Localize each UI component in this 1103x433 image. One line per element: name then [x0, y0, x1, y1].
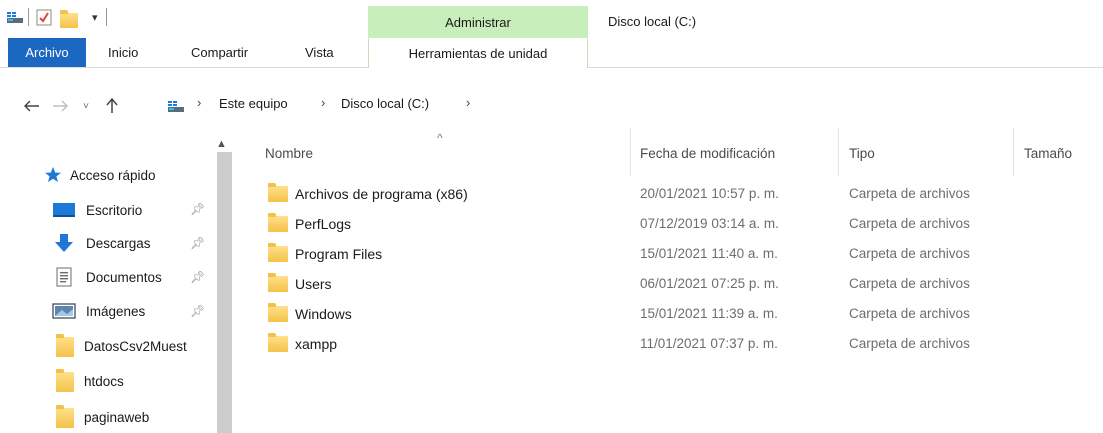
file-date: 15/01/2021 11:39 a. m.: [640, 306, 778, 321]
title-bar: ▾ Administrar Disco local (C:): [0, 0, 1103, 38]
file-name: Program Files: [295, 246, 383, 262]
tab-archivo[interactable]: Archivo: [8, 38, 86, 67]
this-pc-drive-icon[interactable]: [166, 95, 186, 117]
tab-inicio[interactable]: Inicio: [108, 38, 138, 67]
folder-icon: [56, 334, 74, 357]
file-name: Windows: [295, 306, 352, 322]
nav-pane-scrollbar[interactable]: [217, 152, 232, 433]
pin-icon[interactable]: 📌︎: [190, 270, 205, 284]
quick-access-separator-2: [106, 8, 107, 26]
nav-item-descargas[interactable]: Descargas: [52, 230, 151, 256]
column-divider[interactable]: [630, 128, 631, 176]
column-header-tamano[interactable]: Tamaño: [1024, 146, 1072, 161]
back-arrow-icon: [24, 100, 39, 112]
column-header-tipo[interactable]: Tipo: [849, 146, 875, 161]
file-name: xampp: [295, 336, 338, 352]
nav-item-documentos[interactable]: Documentos: [52, 264, 162, 290]
up-button[interactable]: [100, 95, 124, 117]
table-row[interactable]: Program Files 15/01/2021 11:40 a. m. Car…: [265, 239, 1103, 269]
folder-icon: [268, 303, 288, 322]
nav-item-label: Escritorio: [86, 202, 143, 218]
desktop-icon: [53, 203, 75, 217]
back-button[interactable]: [20, 95, 44, 117]
nav-item-label: htdocs: [84, 373, 124, 389]
table-row[interactable]: PerfLogs 07/12/2019 03:14 a. m. Carpeta …: [265, 209, 1103, 239]
quick-access-separator: [28, 8, 29, 26]
pin-icon[interactable]: 📌︎: [190, 236, 205, 250]
table-row[interactable]: xampp 11/01/2021 07:37 p. m. Carpeta de …: [265, 329, 1103, 359]
folder-icon: [268, 213, 288, 232]
file-type: Carpeta de archivos: [849, 186, 970, 201]
new-folder-icon[interactable]: [60, 6, 78, 28]
folder-icon: [56, 369, 74, 392]
recent-locations-chevron-icon[interactable]: ˅: [78, 95, 94, 117]
navigation-bar: ˅ › Este equipo › Disco local (C:) ›: [0, 89, 1103, 123]
nav-item-label: Acceso rápido: [70, 167, 156, 183]
folder-icon: [56, 405, 74, 428]
sort-ascending-icon: ^: [437, 131, 443, 145]
file-date: 11/01/2021 07:37 p. m.: [640, 336, 778, 351]
scroll-up-icon[interactable]: ▲: [216, 138, 227, 150]
column-divider[interactable]: [838, 128, 839, 176]
images-icon: [52, 303, 76, 319]
nav-item-datoscsv2muest[interactable]: DatosCsv2Muest: [52, 333, 217, 359]
file-date: 07/12/2019 03:14 a. m.: [640, 216, 779, 231]
file-date: 15/01/2021 11:40 a. m.: [640, 246, 778, 261]
nav-item-label: Descargas: [86, 235, 151, 251]
breadcrumb-este-equipo[interactable]: Este equipo: [219, 96, 288, 111]
tab-compartir[interactable]: Compartir: [191, 38, 248, 67]
file-name: PerfLogs: [295, 216, 352, 232]
breadcrumb-chevron-icon[interactable]: ›: [197, 95, 201, 110]
nav-item-imagenes[interactable]: Imágenes: [52, 298, 145, 324]
breadcrumb-chevron-icon-3[interactable]: ›: [466, 95, 470, 110]
customize-toolbar-icon[interactable]: ▾: [92, 6, 98, 28]
folder-icon: [268, 273, 288, 292]
forward-arrow-icon: [53, 100, 68, 112]
properties-check-icon[interactable]: [36, 6, 52, 28]
ribbon-tabs: Archivo Inicio Compartir Vista Herramien…: [0, 38, 1103, 68]
folder-icon: [268, 183, 288, 202]
folder-icon: [268, 243, 288, 262]
nav-item-label: paginaweb: [84, 409, 150, 425]
download-arrow-icon: [55, 234, 73, 252]
forward-button[interactable]: [48, 95, 72, 117]
file-type: Carpeta de archivos: [849, 336, 970, 351]
breadcrumb-disco-local[interactable]: Disco local (C:): [341, 96, 429, 111]
document-icon: [56, 267, 72, 287]
star-icon: [45, 167, 61, 182]
column-header-fecha[interactable]: Fecha de modificación: [640, 146, 775, 161]
breadcrumb-chevron-icon-2[interactable]: ›: [321, 95, 325, 110]
nav-item-paginaweb[interactable]: paginaweb: [52, 404, 149, 430]
pin-icon[interactable]: 📌︎: [190, 304, 205, 318]
table-row[interactable]: Users 06/01/2021 07:25 p. m. Carpeta de …: [265, 269, 1103, 299]
column-divider[interactable]: [1013, 128, 1014, 176]
tab-vista[interactable]: Vista: [305, 38, 334, 67]
file-type: Carpeta de archivos: [849, 216, 970, 231]
up-arrow-icon: [106, 98, 118, 113]
tab-herramientas-de-unidad[interactable]: Herramientas de unidad: [368, 38, 588, 68]
file-type: Carpeta de archivos: [849, 306, 970, 321]
window-title: Disco local (C:): [608, 14, 697, 29]
folder-icon: [268, 333, 288, 352]
file-date: 20/01/2021 10:57 p. m.: [640, 186, 779, 201]
pin-icon[interactable]: 📌︎: [190, 202, 205, 216]
table-row[interactable]: Archivos de programa (x86) 20/01/2021 10…: [265, 179, 1103, 209]
context-tab-manage[interactable]: Administrar: [368, 6, 588, 38]
file-type: Carpeta de archivos: [849, 246, 970, 261]
drive-icon[interactable]: [6, 6, 24, 28]
nav-item-label: DatosCsv2Muest: [84, 338, 187, 354]
nav-quick-access[interactable]: Acceso rápido: [44, 162, 156, 188]
column-header-nombre[interactable]: Nombre: [265, 146, 313, 161]
nav-item-escritorio[interactable]: Escritorio: [52, 197, 142, 223]
nav-item-label: Imágenes: [86, 303, 146, 319]
file-name: Users: [295, 276, 332, 292]
nav-item-label: Documentos: [86, 269, 162, 285]
file-type: Carpeta de archivos: [849, 276, 970, 291]
file-name: Archivos de programa (x86): [295, 186, 468, 202]
table-row[interactable]: Windows 15/01/2021 11:39 a. m. Carpeta d…: [265, 299, 1103, 329]
file-date: 06/01/2021 07:25 p. m.: [640, 276, 779, 291]
nav-item-htdocs[interactable]: htdocs: [52, 368, 124, 394]
